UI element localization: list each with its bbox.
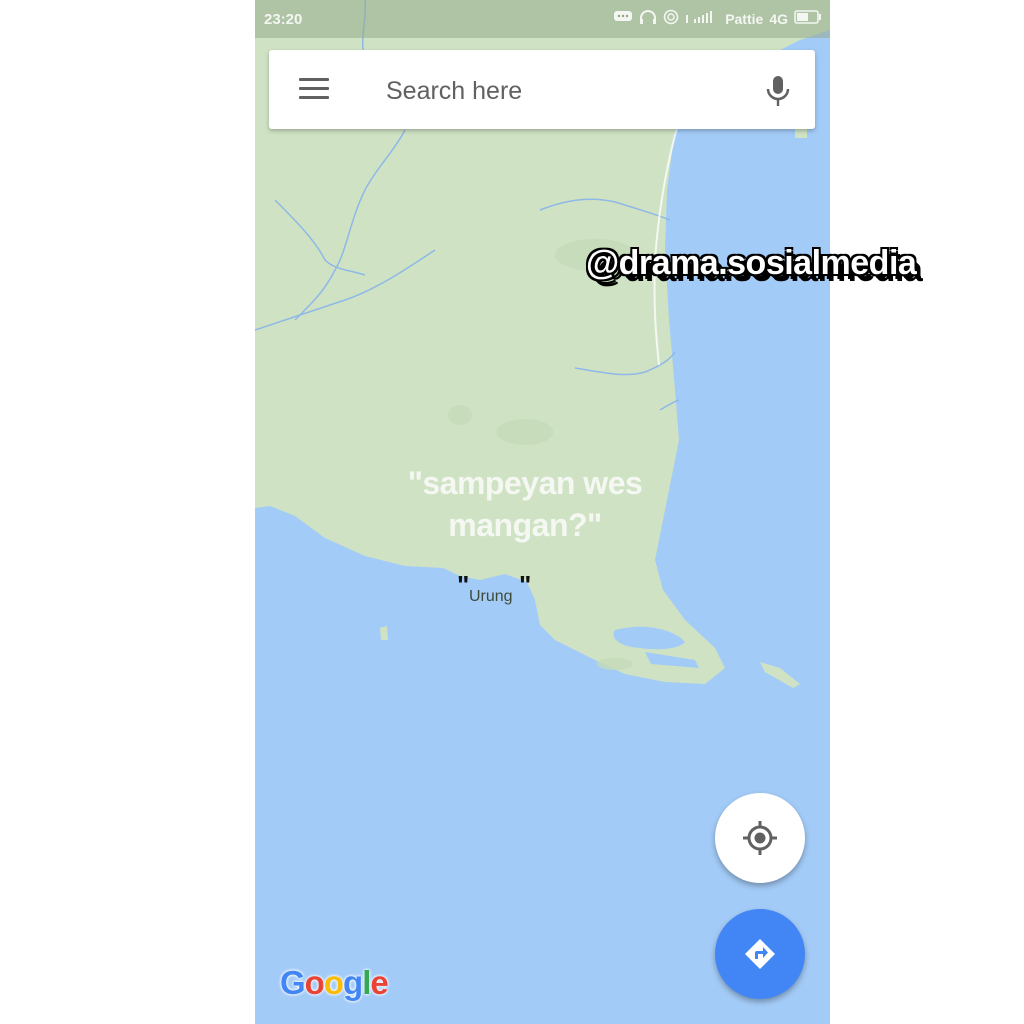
crosshair-icon xyxy=(742,820,778,861)
terrain-shade xyxy=(448,405,472,425)
google-logo-letter: g xyxy=(343,964,363,1001)
caption-line: "sampeyan wes xyxy=(407,465,643,501)
directions-arrow-icon xyxy=(744,938,776,975)
alarm-icon xyxy=(663,9,679,28)
my-location-button[interactable] xyxy=(715,793,805,883)
google-logo-letter: o xyxy=(323,964,344,1001)
islet xyxy=(380,626,388,640)
battery-icon xyxy=(794,10,822,27)
islet xyxy=(795,128,807,138)
signal-icon xyxy=(685,10,719,27)
status-icons: Pattie 4G xyxy=(613,9,822,28)
terrain-shade xyxy=(597,658,633,670)
google-logo-letter: e xyxy=(370,964,388,1001)
place-label[interactable]: Urung xyxy=(469,588,513,606)
search-input[interactable] xyxy=(384,70,748,112)
google-logo: Google xyxy=(280,964,389,1002)
google-logo-letter: o xyxy=(304,964,325,1001)
quote-mark-right: " xyxy=(519,570,532,600)
status-bar: 23:20 Pattie 4G xyxy=(255,0,830,38)
map-caption: "sampeyan wes mangan?" xyxy=(375,462,675,546)
search-bar[interactable] xyxy=(269,50,815,129)
status-time: 23:20 xyxy=(264,11,303,28)
google-logo-letter: G xyxy=(280,964,306,1001)
microphone-icon[interactable] xyxy=(765,75,791,107)
hamburger-menu-icon[interactable] xyxy=(299,78,329,100)
message-icon xyxy=(613,10,633,27)
watermark-text: @drama.sosialmedia xyxy=(586,244,917,282)
quote-mark-left: " xyxy=(457,570,470,600)
directions-button[interactable] xyxy=(715,909,805,999)
carrier-name: Pattie xyxy=(725,10,764,27)
network-type: 4G xyxy=(769,10,788,27)
phone-screen: 23:20 Pattie 4G Search here "sampeyan we… xyxy=(255,0,830,1024)
terrain-shade xyxy=(497,419,553,445)
caption-line: mangan?" xyxy=(448,507,602,543)
headphones-icon xyxy=(639,9,657,28)
